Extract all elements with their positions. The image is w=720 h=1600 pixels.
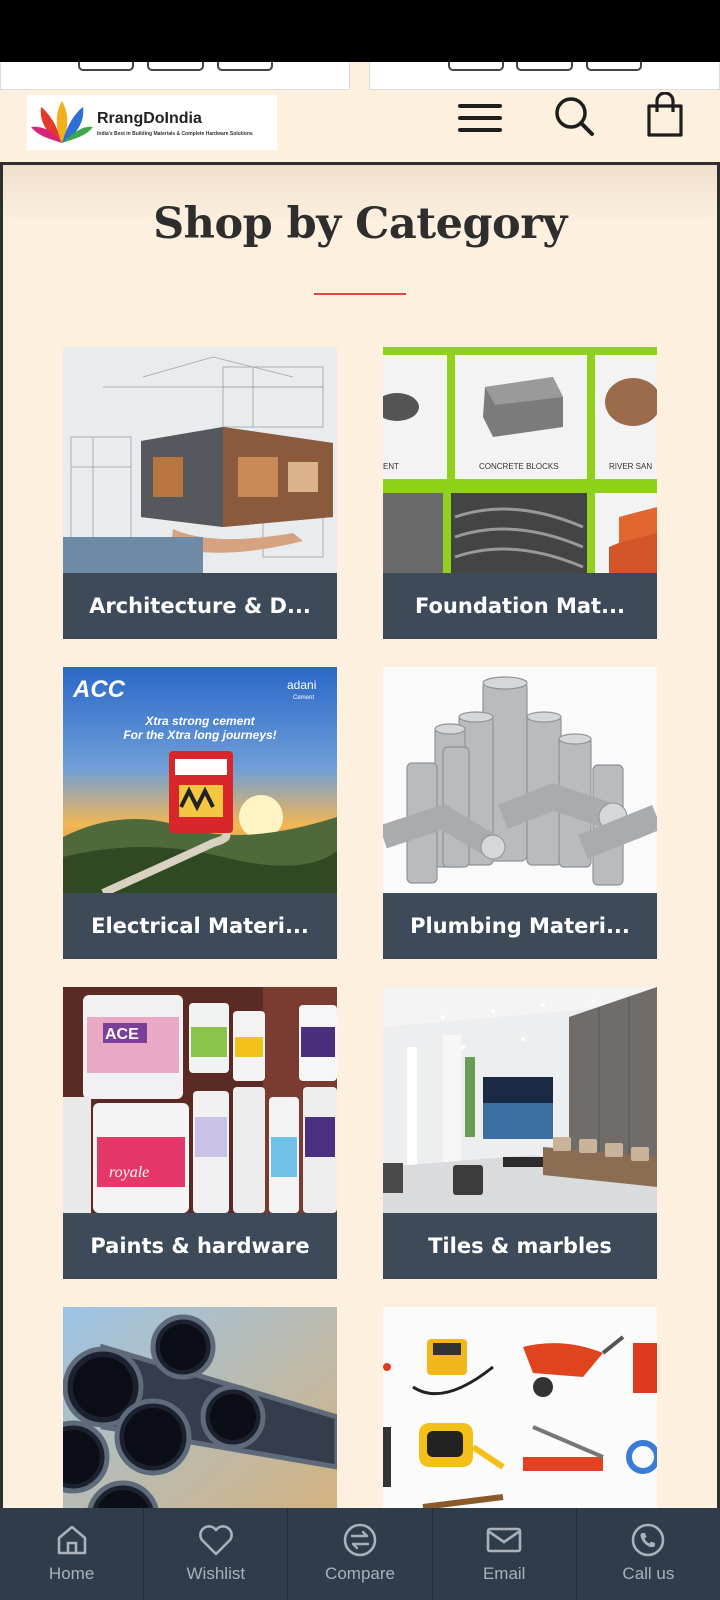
previous-card	[369, 62, 720, 90]
category-label: Plumbing Materi...	[383, 893, 657, 959]
brand-logo[interactable]: RrangDoIndia India's Best in Building Ma…	[27, 95, 277, 150]
previous-card-button[interactable]	[78, 62, 134, 71]
category-image-paints: ACE royale	[63, 987, 337, 1213]
phone-icon	[632, 1523, 665, 1557]
category-card-paints[interactable]: ACE royale Paints & hardware	[63, 987, 337, 1279]
image-text: ACC	[72, 676, 126, 703]
compare-arrows-icon	[343, 1523, 377, 1557]
site-header: RrangDoIndia India's Best in Building Ma…	[0, 90, 720, 162]
category-label: Electrical Materi...	[63, 893, 337, 959]
image-text: Xtra strong cement	[144, 714, 255, 728]
nav-home[interactable]: Home	[0, 1508, 145, 1600]
nav-label: Home	[48, 1564, 95, 1583]
status-bar	[0, 0, 720, 62]
nav-label: Compare	[325, 1564, 395, 1583]
previous-card-button[interactable]	[516, 62, 573, 71]
image-text: Cement	[293, 695, 314, 701]
category-image-electrical: ACC adani Cement Xtra strong cement For …	[63, 667, 337, 893]
nav-label: Wishlist	[186, 1564, 246, 1583]
lotus-logo-icon	[31, 101, 93, 143]
image-text: adani	[287, 678, 316, 692]
category-label: Foundation Mat...	[383, 573, 657, 639]
category-image-tiles	[383, 987, 657, 1213]
bottom-navigation: Home Wishlist Compare Email Call us	[0, 1508, 720, 1600]
envelope-icon	[486, 1527, 522, 1553]
brand-tagline: India's Best in Building Materials & Com…	[97, 131, 253, 137]
section-title: Shop by Category	[153, 199, 567, 249]
image-text: For the Xtra long journeys!	[123, 728, 276, 742]
category-image-foundation: ENT CONCRETE BLOCKS RIVER SAN	[383, 347, 657, 573]
previous-card-button[interactable]	[217, 62, 273, 71]
category-card-electrical[interactable]: ACC adani Cement Xtra strong cement For …	[63, 667, 337, 959]
category-label: Paints & hardware	[63, 1213, 337, 1279]
category-label: Architecture & D...	[63, 573, 337, 639]
home-icon	[57, 1525, 86, 1555]
category-label: Tiles & marbles	[383, 1213, 657, 1279]
previous-card-button[interactable]	[448, 62, 504, 71]
hamburger-menu-icon[interactable]	[456, 98, 506, 143]
nav-label: Call us	[622, 1564, 675, 1583]
nav-label: Email	[482, 1564, 526, 1583]
category-image-architecture	[63, 347, 337, 573]
previous-card-button[interactable]	[147, 62, 204, 71]
nav-wishlist[interactable]: Wishlist	[144, 1508, 289, 1600]
search-icon[interactable]	[552, 94, 596, 143]
shopping-bag-icon[interactable]	[646, 91, 684, 143]
category-card-tiles[interactable]: Tiles & marbles	[383, 987, 657, 1279]
heart-icon	[198, 1525, 233, 1556]
category-image-plumbing	[383, 667, 657, 893]
image-text: ACE	[105, 1026, 139, 1043]
previous-card-button[interactable]	[586, 62, 642, 71]
category-card-foundation[interactable]: ENT CONCRETE BLOCKS RIVER SAN Foundation…	[383, 347, 657, 639]
nav-call[interactable]: Call us	[577, 1508, 720, 1600]
previous-card	[0, 62, 350, 90]
category-image-tools	[383, 1307, 657, 1508]
category-card-architecture[interactable]: Architecture & D...	[63, 347, 337, 639]
category-image-pipes	[63, 1307, 337, 1508]
category-card-plumbing[interactable]: Plumbing Materi...	[383, 667, 657, 959]
nav-compare[interactable]: Compare	[288, 1508, 433, 1600]
image-text: ENT	[383, 462, 399, 471]
title-underline	[314, 293, 406, 295]
nav-email[interactable]: Email	[433, 1508, 577, 1600]
image-text: royale	[109, 1164, 149, 1181]
category-card-tools[interactable]	[383, 1307, 657, 1508]
brand-name: RrangDoIndia	[97, 110, 202, 127]
image-text: RIVER SAN	[609, 462, 652, 471]
category-card-pipes[interactable]	[63, 1307, 337, 1508]
image-text: CONCRETE BLOCKS	[479, 462, 559, 471]
shop-by-category-section: Shop by Category Architecture & D... ENT…	[0, 162, 720, 1508]
previous-section-strip	[0, 62, 720, 90]
